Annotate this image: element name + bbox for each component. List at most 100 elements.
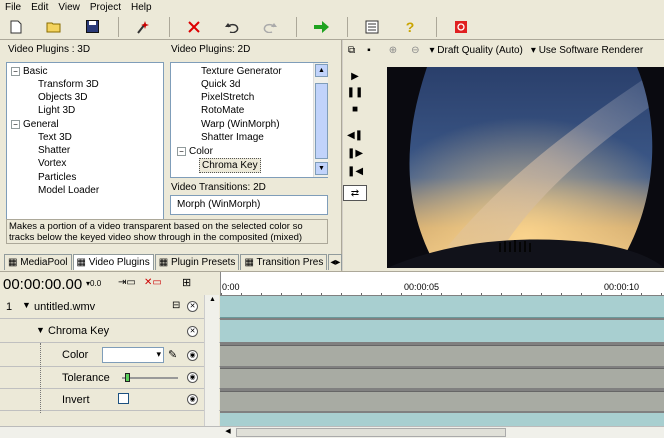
track-name[interactable]: untitled.wmv: [34, 301, 95, 313]
eyedropper-icon[interactable]: ✎: [168, 348, 177, 361]
insert-track-icon[interactable]: ⇥▭: [118, 277, 136, 288]
menu-project[interactable]: Project: [85, 2, 126, 13]
properties-icon[interactable]: [360, 16, 384, 38]
keyframe-icon[interactable]: ◉: [187, 372, 198, 383]
transition-icon: ▦: [244, 257, 257, 268]
tab-plugin-presets[interactable]: ▦ Plugin Presets: [154, 254, 240, 270]
delete-icon[interactable]: [182, 16, 206, 38]
tree-item[interactable]: Objects 3D: [38, 91, 87, 104]
scroll-left-icon[interactable]: ◀: [222, 427, 234, 438]
tree-item[interactable]: Model Loader: [38, 184, 99, 197]
undo-icon[interactable]: [220, 16, 244, 38]
collapse-icon[interactable]: −: [11, 119, 20, 129]
scroll-up-icon[interactable]: ▲: [206, 296, 219, 308]
remove-track-icon[interactable]: ✕: [187, 301, 198, 312]
menu-help[interactable]: Help: [126, 2, 157, 13]
scrollbar-horizontal[interactable]: ◀: [0, 426, 664, 438]
slider-thumb[interactable]: [124, 373, 130, 382]
timeline-ruler[interactable]: 0:00 00:00:05 00:00:10: [220, 272, 664, 296]
scroll-thumb[interactable]: [315, 83, 328, 159]
invert-param-lane[interactable]: [220, 391, 664, 411]
tree-item[interactable]: RotoMate: [201, 104, 244, 117]
tree-group-basic[interactable]: − Basic: [11, 65, 47, 78]
video-clip-lane[interactable]: [220, 296, 664, 318]
tree-item[interactable]: Transform 3D: [38, 78, 99, 91]
timeline-header: 00:00:00.00 ▾0.0 ⇥▭ ✕▭ ⊞ 0:00 00:00:05 0…: [0, 271, 664, 296]
plugins-2d-title: Video Plugins: 2D: [171, 44, 251, 55]
quality-dropdown[interactable]: ▾ Draft Quality (Auto): [429, 45, 522, 56]
step-forward-icon[interactable]: ❚▶: [343, 145, 367, 161]
tolerance-slider[interactable]: [122, 373, 178, 382]
play-icon[interactable]: ▶: [343, 68, 367, 84]
scroll-down-icon[interactable]: ▼: [315, 162, 328, 175]
keyframe-icon[interactable]: ◉: [187, 350, 198, 361]
tolerance-param-lane[interactable]: [220, 368, 664, 388]
tree-group-general[interactable]: − General: [11, 118, 59, 131]
effect-row[interactable]: ▼ Chroma Key ✕: [0, 319, 220, 343]
color-param-lane[interactable]: [220, 345, 664, 366]
stop-icon[interactable]: ■: [343, 101, 367, 117]
scroll-thumb[interactable]: [236, 428, 506, 437]
new-file-icon[interactable]: [4, 16, 28, 38]
scrollbar-vertical[interactable]: ▲: [204, 295, 219, 426]
wand-icon[interactable]: [131, 16, 155, 38]
remove-effect-icon[interactable]: ✕: [187, 326, 198, 337]
snap-icon[interactable]: ⊞: [182, 276, 191, 289]
scroll-up-icon[interactable]: ▲: [315, 64, 328, 77]
collapse-icon[interactable]: −: [177, 146, 186, 156]
record-icon[interactable]: [449, 16, 473, 38]
redo-icon[interactable]: [258, 16, 282, 38]
tree-item[interactable]: Quick 3d: [201, 78, 240, 91]
tree-item[interactable]: Warp (WinMorph): [201, 118, 280, 131]
effect-name[interactable]: Chroma Key: [48, 325, 109, 337]
collapse-icon[interactable]: −: [11, 66, 20, 76]
tree-item[interactable]: Text 3D: [38, 131, 72, 144]
tree-item[interactable]: Vortex: [38, 157, 66, 170]
tree-item[interactable]: Shatter Image: [201, 131, 264, 144]
track-settings-icon[interactable]: ⊟: [172, 300, 180, 311]
viewer-panel: ⧉ ▪ ⊕ ⊖ ▾ Draft Quality (Auto) ▾ Use Sof…: [343, 40, 664, 271]
scrollbar-vertical[interactable]: ▲ ▼: [313, 63, 328, 177]
menu-edit[interactable]: Edit: [26, 2, 53, 13]
tab-scroll-arrows[interactable]: ◂▸: [328, 254, 343, 270]
tab-mediapool[interactable]: ▦ MediaPool: [4, 254, 72, 270]
tree-item[interactable]: Shatter: [38, 144, 70, 157]
tree-item[interactable]: Texture Generator: [201, 65, 282, 78]
save-icon[interactable]: [80, 16, 104, 38]
save-frame-icon[interactable]: ▪: [367, 45, 371, 56]
delete-track-icon[interactable]: ✕▭: [144, 277, 162, 288]
collapse-track-icon[interactable]: ▼: [22, 300, 31, 310]
jog-control[interactable]: ▾0.0: [86, 279, 101, 288]
param-row-color: Color ▾ ✎ ◉: [0, 343, 220, 367]
loop-icon[interactable]: ⇄: [343, 185, 367, 201]
tree-item[interactable]: Light 3D: [38, 104, 75, 117]
effect-lane[interactable]: [220, 320, 664, 342]
plugin-browser: Video Plugins : 3D − Basic Transform 3D O…: [0, 40, 343, 271]
collapse-effect-icon[interactable]: ▼: [36, 325, 45, 335]
step-back-icon[interactable]: ◀❚: [343, 127, 367, 143]
menu-file[interactable]: File: [0, 2, 26, 13]
renderer-dropdown[interactable]: ▾ Use Software Renderer: [531, 45, 643, 56]
list-item[interactable]: Morph (WinMorph): [177, 198, 260, 211]
param-row-tolerance: Tolerance ◉: [0, 367, 220, 389]
go-start-icon[interactable]: ❚◀: [343, 163, 367, 179]
copy-icon[interactable]: ⧉: [348, 45, 355, 56]
export-icon[interactable]: [309, 16, 333, 38]
pause-icon[interactable]: ❚❚: [343, 84, 367, 100]
tree-item[interactable]: PixelStretch: [201, 91, 254, 104]
track-row-main[interactable]: 1 ▼ untitled.wmv ⊟ ✕: [0, 295, 220, 319]
open-folder-icon[interactable]: [42, 16, 66, 38]
zoom-in-icon[interactable]: ⊕: [389, 45, 397, 56]
color-dropdown[interactable]: ▾: [102, 347, 164, 363]
tab-video-plugins[interactable]: ▦ Video Plugins: [72, 254, 154, 270]
chevron-down-icon[interactable]: ▾: [156, 349, 161, 360]
menu-view[interactable]: View: [53, 2, 85, 13]
tab-transition-presets[interactable]: ▦ Transition Pres: [240, 254, 328, 270]
tree-item[interactable]: Particles: [38, 171, 76, 184]
help-icon[interactable]: ?: [398, 16, 422, 38]
keyframe-icon[interactable]: ◉: [187, 394, 198, 405]
tree-item-selected[interactable]: Chroma Key: [199, 158, 261, 173]
zoom-out-icon[interactable]: ⊖: [411, 45, 419, 56]
tree-group-color[interactable]: − Color: [177, 145, 213, 158]
invert-checkbox[interactable]: [118, 393, 129, 404]
